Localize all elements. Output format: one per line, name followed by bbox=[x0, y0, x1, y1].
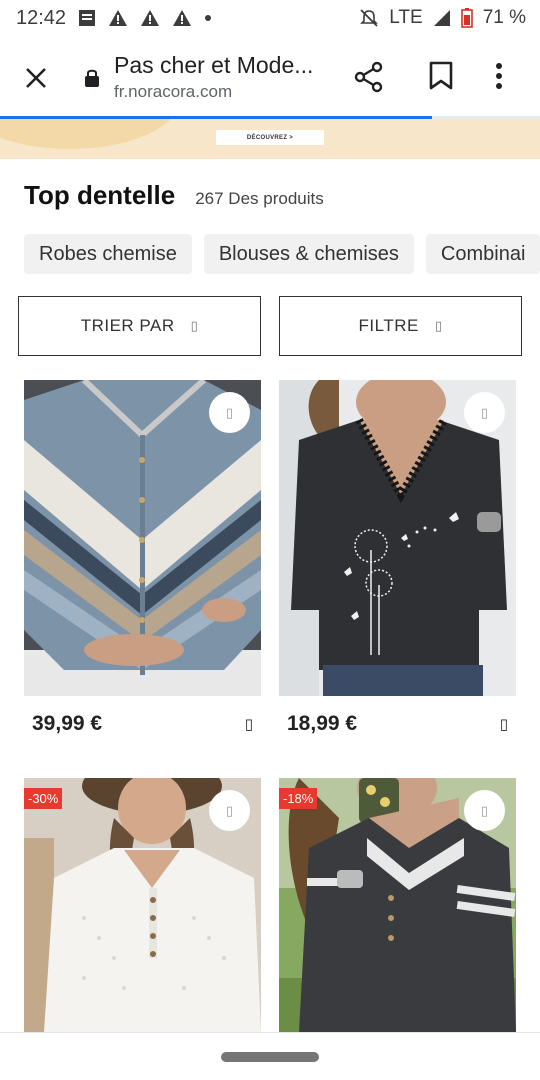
banner-cta-button[interactable]: DÉCOUVREZ > bbox=[216, 130, 324, 145]
product-card[interactable]: ▯ 18,99 € ▯ bbox=[279, 380, 516, 736]
bookmark-button[interactable] bbox=[428, 60, 454, 97]
chip-robes-chemise[interactable]: Robes chemise bbox=[24, 234, 192, 274]
battery-icon bbox=[460, 8, 473, 28]
dot-icon bbox=[204, 14, 212, 22]
wishlist-button[interactable]: ▯ bbox=[464, 392, 505, 433]
sort-filter-bar: TRIER PAR ▯ FILTRE ▯ bbox=[18, 296, 522, 356]
subcategory-chips: Robes chemise Blouses & chemises Combina… bbox=[24, 234, 540, 274]
more-menu-button[interactable] bbox=[494, 60, 504, 97]
product-image[interactable]: -18% ▯ bbox=[279, 778, 516, 1032]
url-text: fr.noracora.com bbox=[114, 82, 233, 101]
warning-icon bbox=[172, 9, 192, 27]
filter-caret-icon: ▯ bbox=[434, 318, 443, 333]
product-image[interactable]: -30% ▯ bbox=[24, 778, 261, 1032]
sort-label: TRIER PAR bbox=[80, 316, 175, 335]
close-button[interactable] bbox=[20, 62, 52, 94]
message-icon bbox=[78, 9, 96, 27]
browser-toolbar: Pas cher et Mode... fr.noracora.com bbox=[0, 36, 540, 118]
chip-blouses-chemises[interactable]: Blouses & chemises bbox=[203, 234, 414, 274]
system-icons: LTE 71 % bbox=[359, 7, 526, 29]
category-header: Top dentelle 267 Des produits bbox=[24, 180, 324, 211]
product-count: 267 Des produits bbox=[195, 189, 324, 208]
wishlist-button[interactable]: ▯ bbox=[209, 790, 250, 831]
filter-label: FILTRE bbox=[358, 316, 419, 335]
product-card[interactable]: -18% ▯ bbox=[279, 778, 516, 1032]
notification-icons bbox=[78, 9, 212, 27]
heart-icon: ▯ bbox=[480, 802, 489, 818]
chip-combinaisons[interactable]: Combinai bbox=[425, 234, 540, 274]
sort-button[interactable]: TRIER PAR ▯ bbox=[18, 296, 261, 356]
share-icon bbox=[354, 61, 383, 93]
status-bar: 12:42 LTE 71 % bbox=[0, 0, 540, 36]
wishlist-button[interactable]: ▯ bbox=[464, 790, 505, 831]
warning-icon bbox=[108, 9, 128, 27]
more-vert-icon bbox=[496, 63, 502, 89]
warning-icon bbox=[140, 9, 160, 27]
category-title: Top dentelle bbox=[24, 180, 176, 210]
omnibox[interactable]: Pas cher et Mode... fr.noracora.com bbox=[114, 52, 334, 102]
price-row: 39,99 € ▯ bbox=[24, 712, 261, 736]
close-icon bbox=[26, 68, 46, 88]
product-image[interactable]: ▯ bbox=[279, 380, 516, 696]
status-time: 12:42 bbox=[16, 6, 67, 29]
add-to-bag-icon[interactable]: ▯ bbox=[245, 715, 253, 733]
price-row: 18,99 € ▯ bbox=[279, 712, 516, 736]
discount-badge: -30% bbox=[24, 788, 63, 809]
page-title: Pas cher et Mode... bbox=[114, 52, 314, 78]
product-card[interactable]: -30% ▯ bbox=[24, 778, 261, 1032]
add-to-bag-icon[interactable]: ▯ bbox=[500, 715, 508, 733]
heart-icon: ▯ bbox=[225, 802, 234, 818]
heart-icon: ▯ bbox=[225, 404, 234, 420]
navigation-gesture-bar bbox=[0, 1032, 540, 1080]
product-card[interactable]: ▯ 39,99 € ▯ bbox=[24, 380, 261, 736]
sort-caret-icon: ▯ bbox=[190, 318, 199, 333]
promo-banner[interactable]: DÉCOUVREZ > bbox=[0, 119, 540, 159]
heart-icon: ▯ bbox=[480, 404, 489, 420]
product-image[interactable]: ▯ bbox=[24, 380, 261, 696]
mute-icon bbox=[359, 8, 379, 28]
network-type: LTE bbox=[389, 7, 423, 28]
signal-icon bbox=[433, 9, 451, 27]
bookmark-icon bbox=[429, 61, 453, 90]
lock-icon[interactable] bbox=[84, 68, 100, 93]
wishlist-button[interactable]: ▯ bbox=[209, 392, 250, 433]
filter-button[interactable]: FILTRE ▯ bbox=[279, 296, 522, 356]
gesture-handle[interactable] bbox=[221, 1052, 319, 1062]
product-price: 18,99 € bbox=[287, 712, 358, 735]
battery-level: 71 % bbox=[482, 7, 526, 28]
discount-badge: -18% bbox=[279, 788, 318, 809]
share-button[interactable] bbox=[352, 60, 386, 99]
product-price: 39,99 € bbox=[32, 712, 103, 735]
